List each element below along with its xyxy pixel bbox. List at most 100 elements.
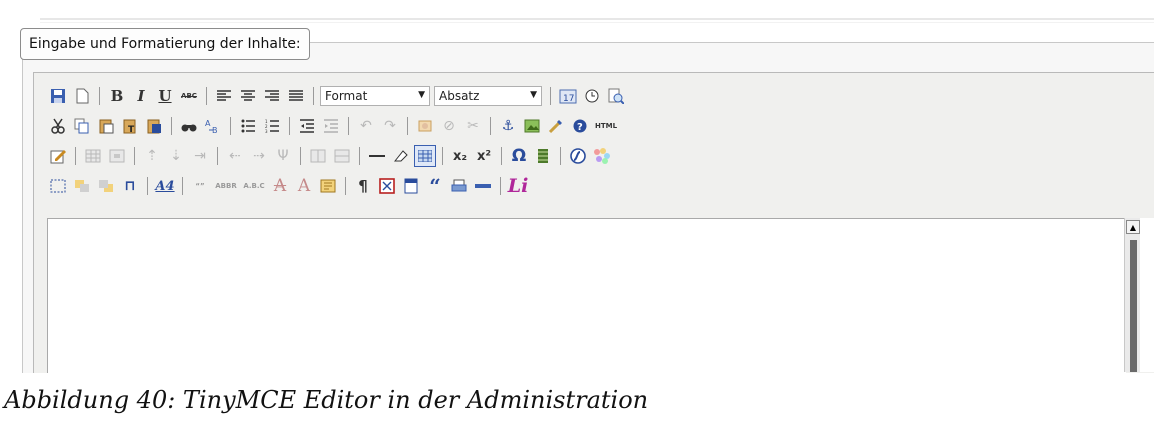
superscript-icon[interactable]: x²: [473, 145, 495, 167]
html-icon[interactable]: HTML: [593, 115, 619, 137]
toolbar-separator: [171, 117, 172, 135]
absolute-icon[interactable]: ⊓: [119, 175, 141, 197]
bold-icon[interactable]: B: [106, 85, 128, 107]
del-icon[interactable]: A: [269, 175, 291, 197]
numbered-list-icon[interactable]: 123: [261, 115, 283, 137]
blockquote-icon[interactable]: “: [424, 174, 446, 198]
cell-props-icon[interactable]: [106, 145, 128, 167]
toolbar-separator: [289, 117, 290, 135]
chevron-down-icon: ▼: [530, 90, 537, 100]
toolbar-row-3: ⇡ ⇣ ⇥ ⇠ ⇢ Ψ x₂ x² Ω: [47, 144, 615, 168]
format-select[interactable]: Format ▼: [320, 86, 430, 106]
media-icon[interactable]: [532, 145, 554, 167]
table-props-icon[interactable]: [82, 145, 104, 167]
search-icon[interactable]: [178, 115, 200, 137]
svg-text:A: A: [205, 119, 211, 128]
copy-icon[interactable]: [71, 115, 93, 137]
save-icon[interactable]: [47, 85, 69, 107]
redo-icon[interactable]: ↷: [379, 115, 401, 137]
outdent-icon[interactable]: [296, 115, 318, 137]
toolbar-row-4: ⊓ A4 “” ABBR A.B.C A A ¶ “ Li: [47, 174, 531, 198]
acronym-icon[interactable]: A.B.C: [241, 175, 267, 197]
insert-date-icon[interactable]: 17: [557, 85, 579, 107]
print-icon[interactable]: [448, 175, 470, 197]
svg-text:3: 3: [265, 129, 268, 133]
visualchars-icon[interactable]: ¶: [352, 175, 374, 197]
hr-icon[interactable]: [366, 145, 388, 167]
col-before-icon[interactable]: ⇠: [224, 145, 246, 167]
paste-icon[interactable]: [95, 115, 117, 137]
block-select[interactable]: Absatz ▼: [434, 86, 542, 106]
nonbreaking-icon[interactable]: [376, 175, 398, 197]
underline-icon[interactable]: U: [154, 85, 176, 107]
attribs-icon[interactable]: [317, 175, 339, 197]
toolbar-separator: [147, 177, 148, 195]
layer-forward-icon[interactable]: [71, 175, 93, 197]
toolbar-separator: [345, 177, 346, 195]
block-select-value: Absatz: [439, 89, 480, 103]
paste-word-icon[interactable]: [143, 115, 165, 137]
ins-icon[interactable]: A: [293, 175, 315, 197]
split-cells-icon[interactable]: [307, 145, 329, 167]
visual-aid-icon[interactable]: [414, 145, 436, 167]
emotions-icon[interactable]: [591, 145, 613, 167]
flash-icon[interactable]: [567, 145, 589, 167]
paste-text-icon[interactable]: T: [119, 115, 141, 137]
newdoc-icon[interactable]: [71, 85, 93, 107]
scrollbar-thumb[interactable]: [1130, 240, 1137, 372]
scroll-up-icon[interactable]: ▲: [1126, 220, 1140, 234]
image-icon[interactable]: [521, 115, 543, 137]
delete-row-icon[interactable]: ⇥: [189, 145, 211, 167]
svg-text:T: T: [128, 125, 135, 134]
align-right-icon[interactable]: [261, 85, 283, 107]
bullet-list-icon[interactable]: [237, 115, 259, 137]
cite-icon[interactable]: “”: [189, 175, 211, 197]
chevron-down-icon: ▼: [418, 90, 425, 100]
unlink-icon[interactable]: ⊘: [438, 115, 460, 137]
insert-date-label: 17: [563, 94, 574, 104]
styleprops-icon[interactable]: A4: [154, 175, 176, 197]
editor-content-area[interactable]: [47, 218, 1126, 373]
pagebreak-icon[interactable]: [472, 175, 494, 197]
toolbar-separator: [217, 147, 218, 165]
vertical-scrollbar[interactable]: ▲: [1124, 218, 1141, 372]
anchor-icon[interactable]: ⚓: [497, 115, 519, 137]
toolbar-separator: [313, 87, 314, 105]
replace-icon[interactable]: AB: [202, 115, 224, 137]
abbr-icon[interactable]: ABBR: [213, 175, 239, 197]
col-after-icon[interactable]: ⇢: [248, 145, 270, 167]
row-after-icon[interactable]: ⇣: [165, 145, 187, 167]
insert-time-icon[interactable]: [581, 85, 603, 107]
remove-format-icon[interactable]: [390, 145, 412, 167]
merge-cells-icon[interactable]: [331, 145, 353, 167]
strikethrough-icon[interactable]: ABC: [178, 85, 200, 107]
layer-backward-icon[interactable]: [95, 175, 117, 197]
toolbar-row-2: T AB 123 ↶ ↷ ⊘ ✂ ⚓ ? HTML: [47, 114, 621, 138]
cleanup-icon[interactable]: ✂: [462, 115, 484, 137]
link-icon[interactable]: [414, 115, 436, 137]
li-icon[interactable]: Li: [507, 175, 529, 197]
italic-icon[interactable]: I: [130, 85, 152, 107]
toolbar-separator: [348, 117, 349, 135]
row-before-icon[interactable]: ⇡: [141, 145, 163, 167]
indent-icon[interactable]: [320, 115, 342, 137]
preview-icon[interactable]: [605, 85, 627, 107]
select-box-icon[interactable]: [47, 175, 69, 197]
toolbar-separator: [99, 87, 100, 105]
align-center-icon[interactable]: [237, 85, 259, 107]
page-top-rule-secondary: [40, 22, 1154, 23]
template-icon[interactable]: [400, 175, 422, 197]
cut-icon[interactable]: [47, 115, 69, 137]
align-left-icon[interactable]: [213, 85, 235, 107]
align-justify-icon[interactable]: [285, 85, 307, 107]
toolbar-separator: [359, 147, 360, 165]
charmap-icon[interactable]: Ω: [508, 145, 530, 167]
subscript-icon[interactable]: x₂: [449, 145, 471, 167]
help-icon[interactable]: ?: [569, 115, 591, 137]
undo-icon[interactable]: ↶: [355, 115, 377, 137]
fieldset-legend: Eingabe und Formatierung der Inhalte:: [20, 28, 310, 60]
edit-icon[interactable]: [47, 145, 69, 167]
code-icon[interactable]: [545, 115, 567, 137]
editor-toolbar: B I U ABC Format ▼ Absatz ▼ 17 T AB 1 2 …: [47, 78, 1127, 218]
delete-col-icon[interactable]: Ψ: [272, 145, 294, 167]
